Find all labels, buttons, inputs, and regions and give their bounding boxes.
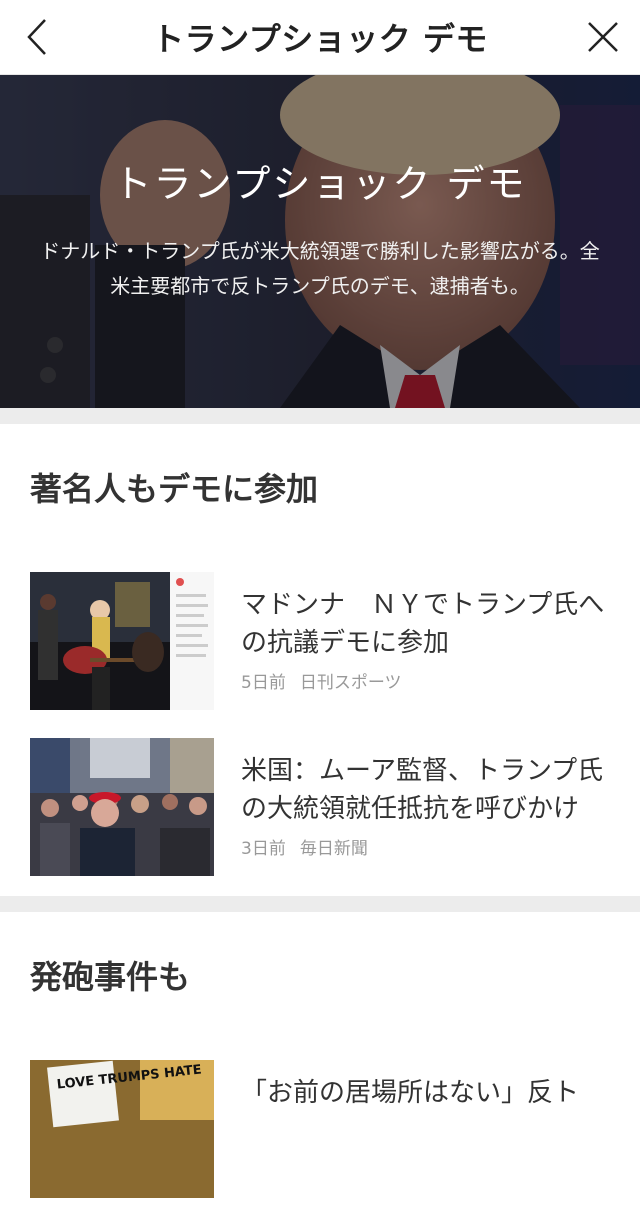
article-thumbnail bbox=[30, 738, 214, 876]
close-icon bbox=[588, 22, 618, 52]
chevron-left-icon bbox=[27, 19, 46, 55]
article-body: 米国：ムーア監督、トランプ氏の大統領就任抵抗を呼びかけ 3日前 毎日新聞 bbox=[241, 738, 610, 876]
article-thumbnail bbox=[30, 572, 214, 710]
article-source: 毎日新聞 bbox=[299, 839, 368, 859]
article-time: 3日前 bbox=[241, 839, 286, 859]
article-item[interactable]: 米国：ムーア監督、トランプ氏の大統領就任抵抗を呼びかけ 3日前 毎日新聞 bbox=[0, 738, 640, 876]
article-source: 日刊スポーツ bbox=[299, 673, 402, 693]
article-meta: 5日前 日刊スポーツ bbox=[241, 668, 610, 693]
section-title: 著名人もデモに参加 bbox=[30, 470, 319, 508]
article-item[interactable]: マドンナ ＮＹでトランプ氏への抗議デモに参加 5日前 日刊スポーツ bbox=[0, 572, 640, 710]
article-item[interactable]: LOVE TRUMPS HATE 「お前の居場所はない」反ト bbox=[0, 1060, 640, 1198]
article-title: 米国：ムーア監督、トランプ氏の大統領就任抵抗を呼びかけ bbox=[241, 756, 604, 824]
hero-title: トランプショック デモ bbox=[113, 162, 527, 206]
article-body: マドンナ ＮＹでトランプ氏への抗議デモに参加 5日前 日刊スポーツ bbox=[241, 572, 610, 710]
section-title: 発砲事件も bbox=[30, 958, 191, 996]
section-divider bbox=[0, 896, 640, 912]
section-divider bbox=[0, 408, 640, 424]
section-shooting: 発砲事件も LOVE TRUMPS HATE 「お前の居場所はない」反ト bbox=[0, 912, 640, 1218]
article-title: マドンナ ＮＹでトランプ氏への抗議デモに参加 bbox=[241, 590, 605, 658]
back-button[interactable] bbox=[0, 0, 74, 74]
hero-description: ドナルド・トランプ氏が米大統領選で勝利した影響広がる。全米主要都市で反トランプ氏… bbox=[40, 239, 600, 298]
article-body: 「お前の居場所はない」反ト bbox=[241, 1060, 610, 1198]
hero-text: トランプショック デモ ドナルド・トランプ氏が米大統領選で勝利した影響広がる。全… bbox=[40, 153, 600, 304]
article-meta: 3日前 毎日新聞 bbox=[241, 834, 610, 859]
article-thumbnail: LOVE TRUMPS HATE bbox=[30, 1060, 214, 1198]
section-celebrities: 著名人もデモに参加 マドンナ ＮＹでトランプ氏への抗議デモに参加 5日前 日刊ス… bbox=[0, 424, 640, 896]
article-time: 5日前 bbox=[241, 673, 286, 693]
hero-banner: トランプショック デモ ドナルド・トランプ氏が米大統領選で勝利した影響広がる。全… bbox=[0, 75, 640, 408]
top-nav-bar: トランプショック デモ bbox=[0, 0, 640, 75]
article-title: 「お前の居場所はない」反ト bbox=[241, 1078, 580, 1108]
close-button[interactable] bbox=[566, 0, 640, 74]
page-title: トランプショック デモ bbox=[152, 20, 488, 58]
